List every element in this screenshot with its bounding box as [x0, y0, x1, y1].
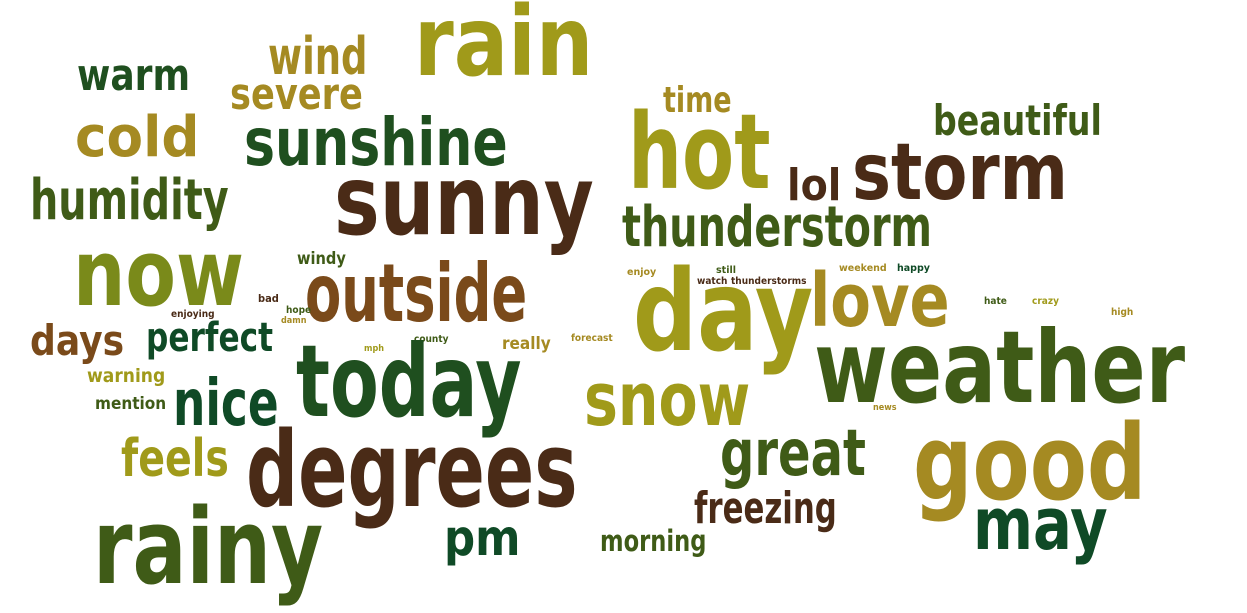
word-rain: rain	[414, 0, 594, 98]
word-hot: hot	[628, 91, 771, 213]
word-mention: mention	[95, 394, 167, 414]
word-warning: warning	[87, 365, 166, 387]
word-crazy: crazy	[1032, 296, 1059, 307]
word-hope: hope	[286, 305, 312, 316]
word-cloud: rain wind warm severe time cold sunshine…	[0, 0, 1247, 613]
word-still: still	[716, 265, 736, 276]
word-great: great	[720, 417, 866, 491]
word-perfect: perfect	[146, 315, 274, 361]
word-morning: morning	[600, 524, 707, 558]
word-bad: bad	[258, 292, 279, 305]
word-pm: pm	[444, 509, 521, 567]
word-news: news	[873, 403, 897, 413]
word-freezing: freezing	[694, 483, 837, 534]
word-watch: watch	[697, 276, 728, 287]
word-outside: outside	[305, 247, 528, 340]
word-weekend: weekend	[839, 263, 887, 274]
word-now: now	[73, 220, 244, 327]
word-days: days	[30, 316, 125, 365]
word-sunny: sunny	[334, 145, 594, 257]
word-happy: happy	[897, 263, 930, 274]
word-rainy: rainy	[93, 486, 324, 608]
word-may: may	[973, 482, 1108, 566]
word-forecast: forecast	[571, 333, 613, 344]
word-cold: cold	[75, 105, 200, 170]
word-hate: hate	[984, 296, 1007, 307]
word-enjoy: enjoy	[627, 267, 657, 278]
word-feels: feels	[121, 429, 229, 489]
word-thunderstorms: thunderstorms	[731, 276, 807, 287]
word-warm: warm	[77, 50, 191, 101]
